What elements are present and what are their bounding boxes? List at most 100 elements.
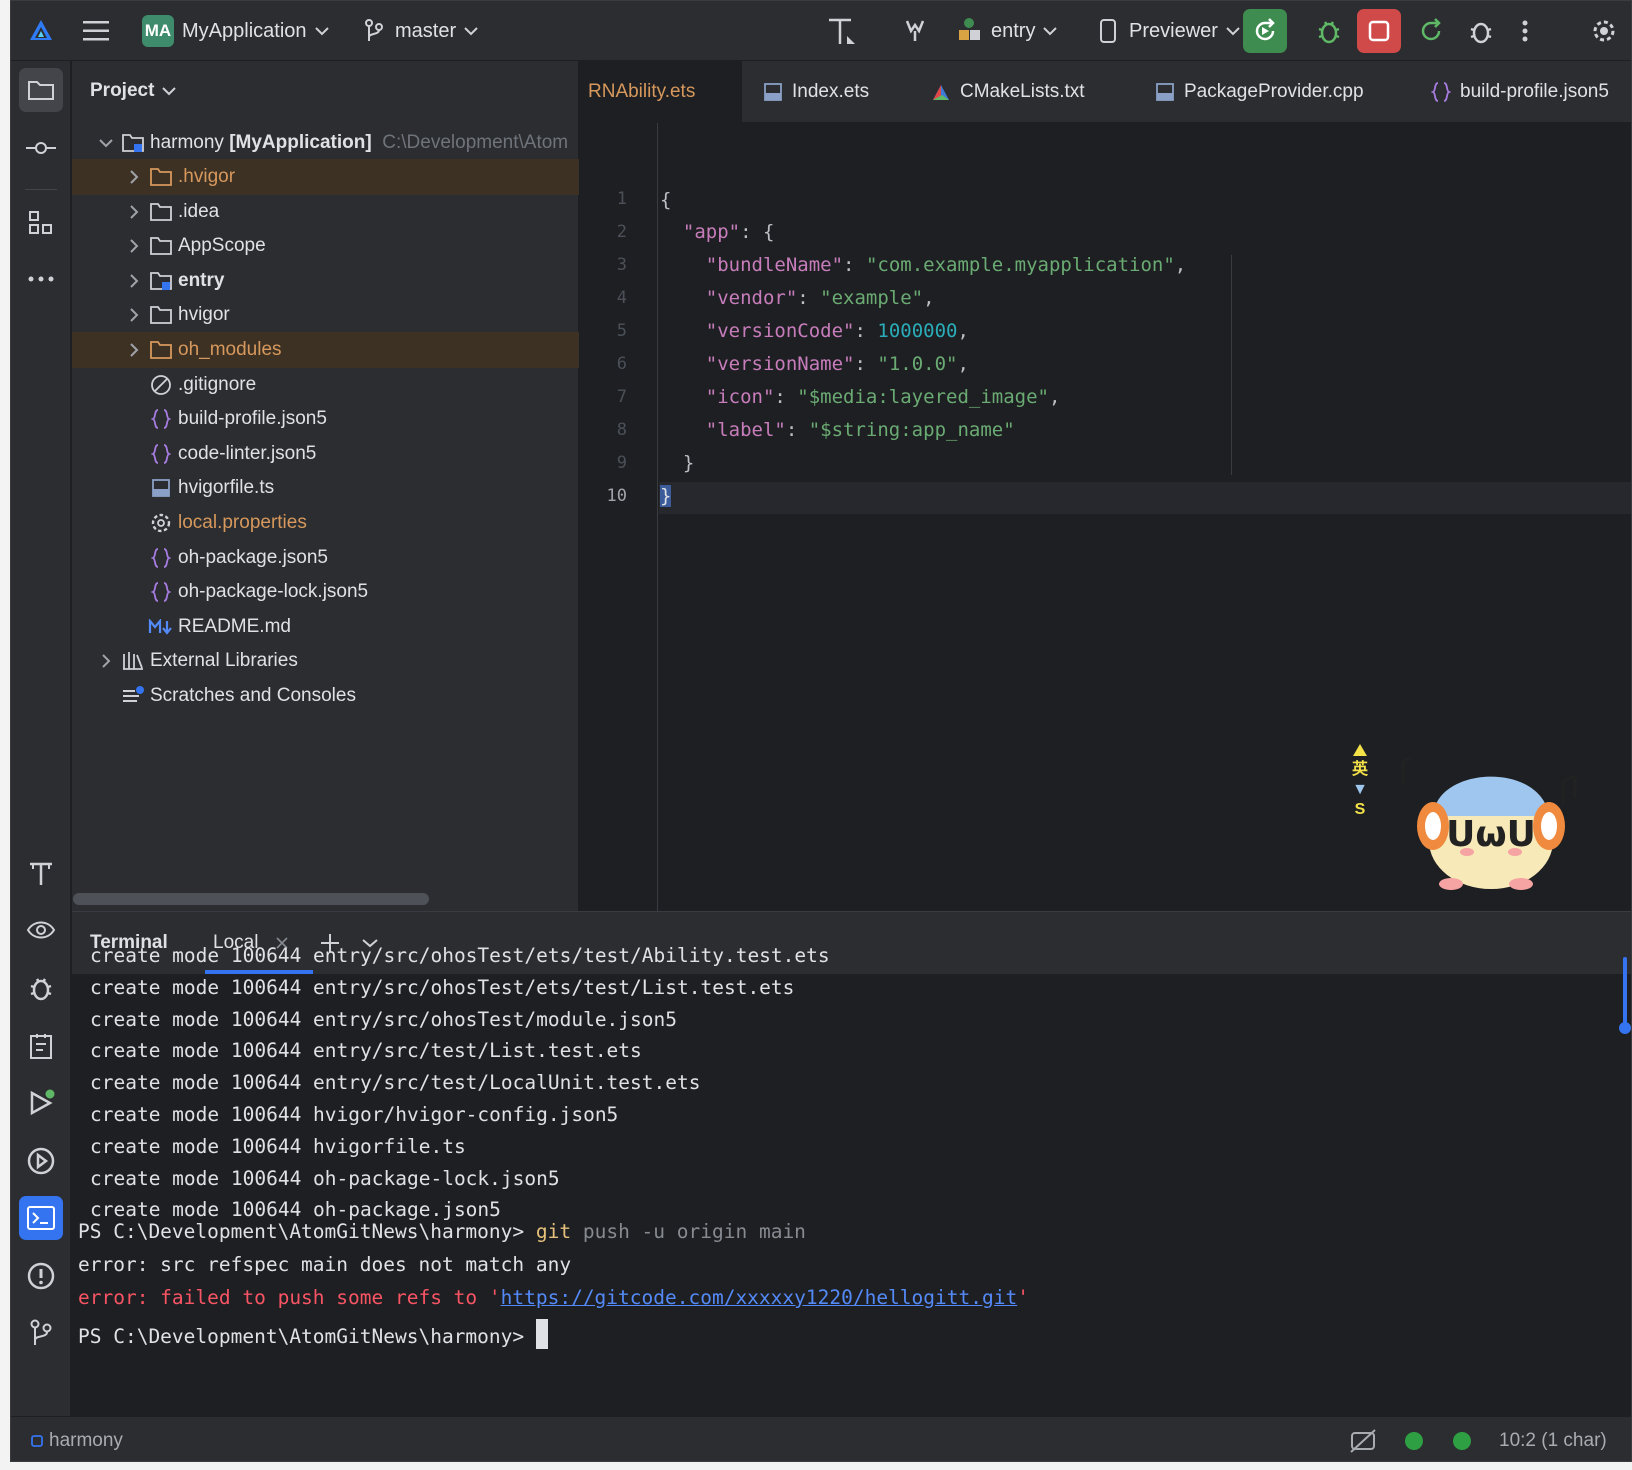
chevron-right-icon[interactable] bbox=[120, 239, 148, 253]
tree-item[interactable]: local.properties bbox=[72, 505, 579, 541]
tree-item[interactable]: .gitignore bbox=[72, 367, 579, 403]
code-line-3[interactable]: "bundleName": "com.example.myapplication… bbox=[660, 254, 1186, 276]
code-line-4[interactable]: "vendor": "example", bbox=[660, 287, 935, 309]
tree-item[interactable]: .hvigor bbox=[72, 159, 579, 195]
rerun-icon bbox=[1255, 18, 1275, 41]
tab-label: Index.ets bbox=[792, 81, 870, 102]
code-line-7[interactable]: "icon": "$media:layered_image", bbox=[660, 386, 1061, 408]
attach-debugger-icon[interactable] bbox=[1467, 1, 1495, 61]
problems-tool-button[interactable] bbox=[19, 1254, 63, 1298]
line-number: 9 bbox=[616, 453, 627, 473]
terminal-output-line: create mode 100644 entry/src/ohosTest/mo… bbox=[90, 1007, 677, 1031]
more-actions-icon[interactable] bbox=[1521, 1, 1529, 61]
services-icon bbox=[27, 1147, 55, 1175]
branch-switcher[interactable]: master bbox=[363, 1, 478, 61]
ime-language: 英 bbox=[1351, 761, 1368, 778]
line-number: 6 bbox=[616, 354, 627, 374]
services-tool-button[interactable] bbox=[19, 1139, 63, 1183]
code-line-5[interactable]: "versionCode": 1000000, bbox=[660, 320, 969, 342]
code-line-8[interactable]: "label": "$string:app_name" bbox=[660, 419, 1015, 441]
structure-tool-button[interactable] bbox=[19, 201, 63, 245]
apply-changes-icon[interactable] bbox=[1417, 1, 1445, 61]
app-logo-icon bbox=[27, 1, 55, 61]
tree-item[interactable]: hvigor bbox=[72, 297, 579, 333]
tree-external-libraries[interactable]: External Libraries bbox=[72, 643, 579, 679]
caret-position[interactable]: 10:2 (1 char) bbox=[1499, 1417, 1607, 1461]
folder-icon bbox=[28, 81, 54, 100]
tab-cmakelists[interactable]: CMakeLists.txt bbox=[918, 61, 1095, 123]
code-line-9[interactable]: } bbox=[660, 452, 694, 474]
project-horizontal-scrollbar[interactable] bbox=[73, 893, 429, 905]
folder-icon bbox=[148, 303, 174, 327]
desktop-mascot[interactable]: UωU 英 ▼ S bbox=[1352, 734, 1581, 896]
chevron-down-icon[interactable] bbox=[92, 138, 120, 148]
project-panel-header[interactable]: Project bbox=[72, 61, 578, 121]
git-tool-button[interactable] bbox=[19, 1311, 63, 1355]
chevron-right-icon[interactable] bbox=[120, 204, 148, 219]
tree-item[interactable]: build-profile.json5 bbox=[72, 401, 579, 437]
more-tools-button[interactable] bbox=[19, 257, 63, 301]
chevron-right-icon[interactable] bbox=[120, 308, 148, 323]
status-indicator-2[interactable] bbox=[1453, 1417, 1471, 1461]
terminal-tool-button[interactable] bbox=[19, 1196, 63, 1240]
chevron-right-icon[interactable] bbox=[120, 170, 148, 184]
terminal-output-line: create mode 100644 entry/src/ohosTest/et… bbox=[90, 944, 830, 967]
run-config-name: entry bbox=[991, 19, 1036, 42]
tree-item[interactable]: oh-package-lock.json5 bbox=[72, 574, 579, 610]
build-hammer-icon[interactable] bbox=[825, 1, 859, 61]
tab-rnability[interactable]: RNAbility.ets bbox=[580, 61, 742, 123]
device-selector[interactable]: Previewer bbox=[1099, 1, 1240, 61]
todo-tool-button[interactable] bbox=[19, 1024, 63, 1068]
root-module: [MyApplication] bbox=[229, 132, 372, 153]
tree-item[interactable]: README.md bbox=[72, 609, 579, 645]
project-tool-button[interactable] bbox=[19, 68, 63, 112]
tree-item[interactable]: .idea bbox=[72, 194, 579, 230]
power-save-icon[interactable] bbox=[1349, 1417, 1377, 1461]
status-indicator-1[interactable] bbox=[1405, 1417, 1423, 1461]
terminal-scroll-thumb[interactable] bbox=[1619, 1022, 1631, 1034]
tree-item[interactable]: oh-package.json5 bbox=[72, 540, 579, 576]
stop-button[interactable] bbox=[1357, 9, 1401, 53]
commit-tool-button[interactable] bbox=[19, 126, 63, 170]
settings-gear-icon[interactable] bbox=[1591, 1, 1617, 61]
terminal-output-line: create mode 100644 entry/src/test/LocalU… bbox=[90, 1071, 701, 1095]
tree-item[interactable]: hvigorfile.ts bbox=[72, 470, 579, 506]
remote-url-link[interactable]: https://gitcode.com/xxxxxy1220/hellogitt… bbox=[501, 1286, 1018, 1309]
tree-item[interactable]: entry bbox=[72, 263, 579, 299]
tree-item-label: entry bbox=[178, 269, 225, 291]
debug-tool-button[interactable] bbox=[19, 966, 63, 1010]
chevron-right-icon[interactable] bbox=[120, 343, 148, 357]
code-line-6[interactable]: "versionName": "1.0.0", bbox=[660, 353, 969, 375]
chevron-right-icon[interactable] bbox=[92, 654, 120, 668]
chevron-right-icon[interactable] bbox=[120, 274, 148, 288]
line-number: 10 bbox=[606, 486, 627, 506]
terminal-scrollbar[interactable] bbox=[1623, 957, 1627, 1029]
run-config-selector[interactable]: entry bbox=[955, 1, 1058, 61]
main-menu-icon[interactable] bbox=[83, 1, 109, 61]
tree-root[interactable]: harmony [MyApplication] C:\Development\A… bbox=[72, 125, 579, 161]
project-name: MyApplication bbox=[182, 19, 307, 42]
tab-index[interactable]: Index.ets bbox=[750, 61, 879, 123]
tab-packageprovider[interactable]: PackageProvider.cpp bbox=[1142, 61, 1374, 123]
rerun-button[interactable] bbox=[1243, 9, 1287, 53]
sync-icon[interactable] bbox=[901, 1, 929, 61]
tree-item[interactable]: oh_modules bbox=[72, 332, 579, 368]
profiler-tool-button[interactable] bbox=[19, 909, 63, 953]
debug-icon[interactable] bbox=[1315, 1, 1343, 61]
run-tool-button[interactable] bbox=[19, 1081, 63, 1125]
code-line-2[interactable]: "app": { bbox=[660, 221, 775, 243]
terminal-output-line: create mode 100644 entry/src/test/List.t… bbox=[90, 1039, 642, 1063]
code-line-1[interactable]: { bbox=[660, 189, 671, 211]
build-tool-button[interactable] bbox=[19, 851, 63, 895]
line-number: 4 bbox=[616, 288, 627, 308]
tree-item[interactable]: AppScope bbox=[72, 228, 579, 264]
ime-indicator[interactable]: 英 ▼ S bbox=[1349, 744, 1371, 820]
tab-build-profile[interactable]: build-profile.json5 bbox=[1418, 61, 1619, 123]
tree-scratches[interactable]: Scratches and Consoles bbox=[72, 678, 579, 714]
tree-item[interactable]: code-linter.json5 bbox=[72, 436, 579, 472]
problems-icon bbox=[27, 1262, 55, 1290]
status-project[interactable]: harmony bbox=[31, 1417, 123, 1461]
terminal-prompt-line[interactable]: PS C:\Development\AtomGitNews\harmony> bbox=[78, 1319, 548, 1349]
code-line-10[interactable]: } bbox=[660, 485, 672, 507]
project-switcher[interactable]: MA MyApplication bbox=[142, 1, 329, 61]
